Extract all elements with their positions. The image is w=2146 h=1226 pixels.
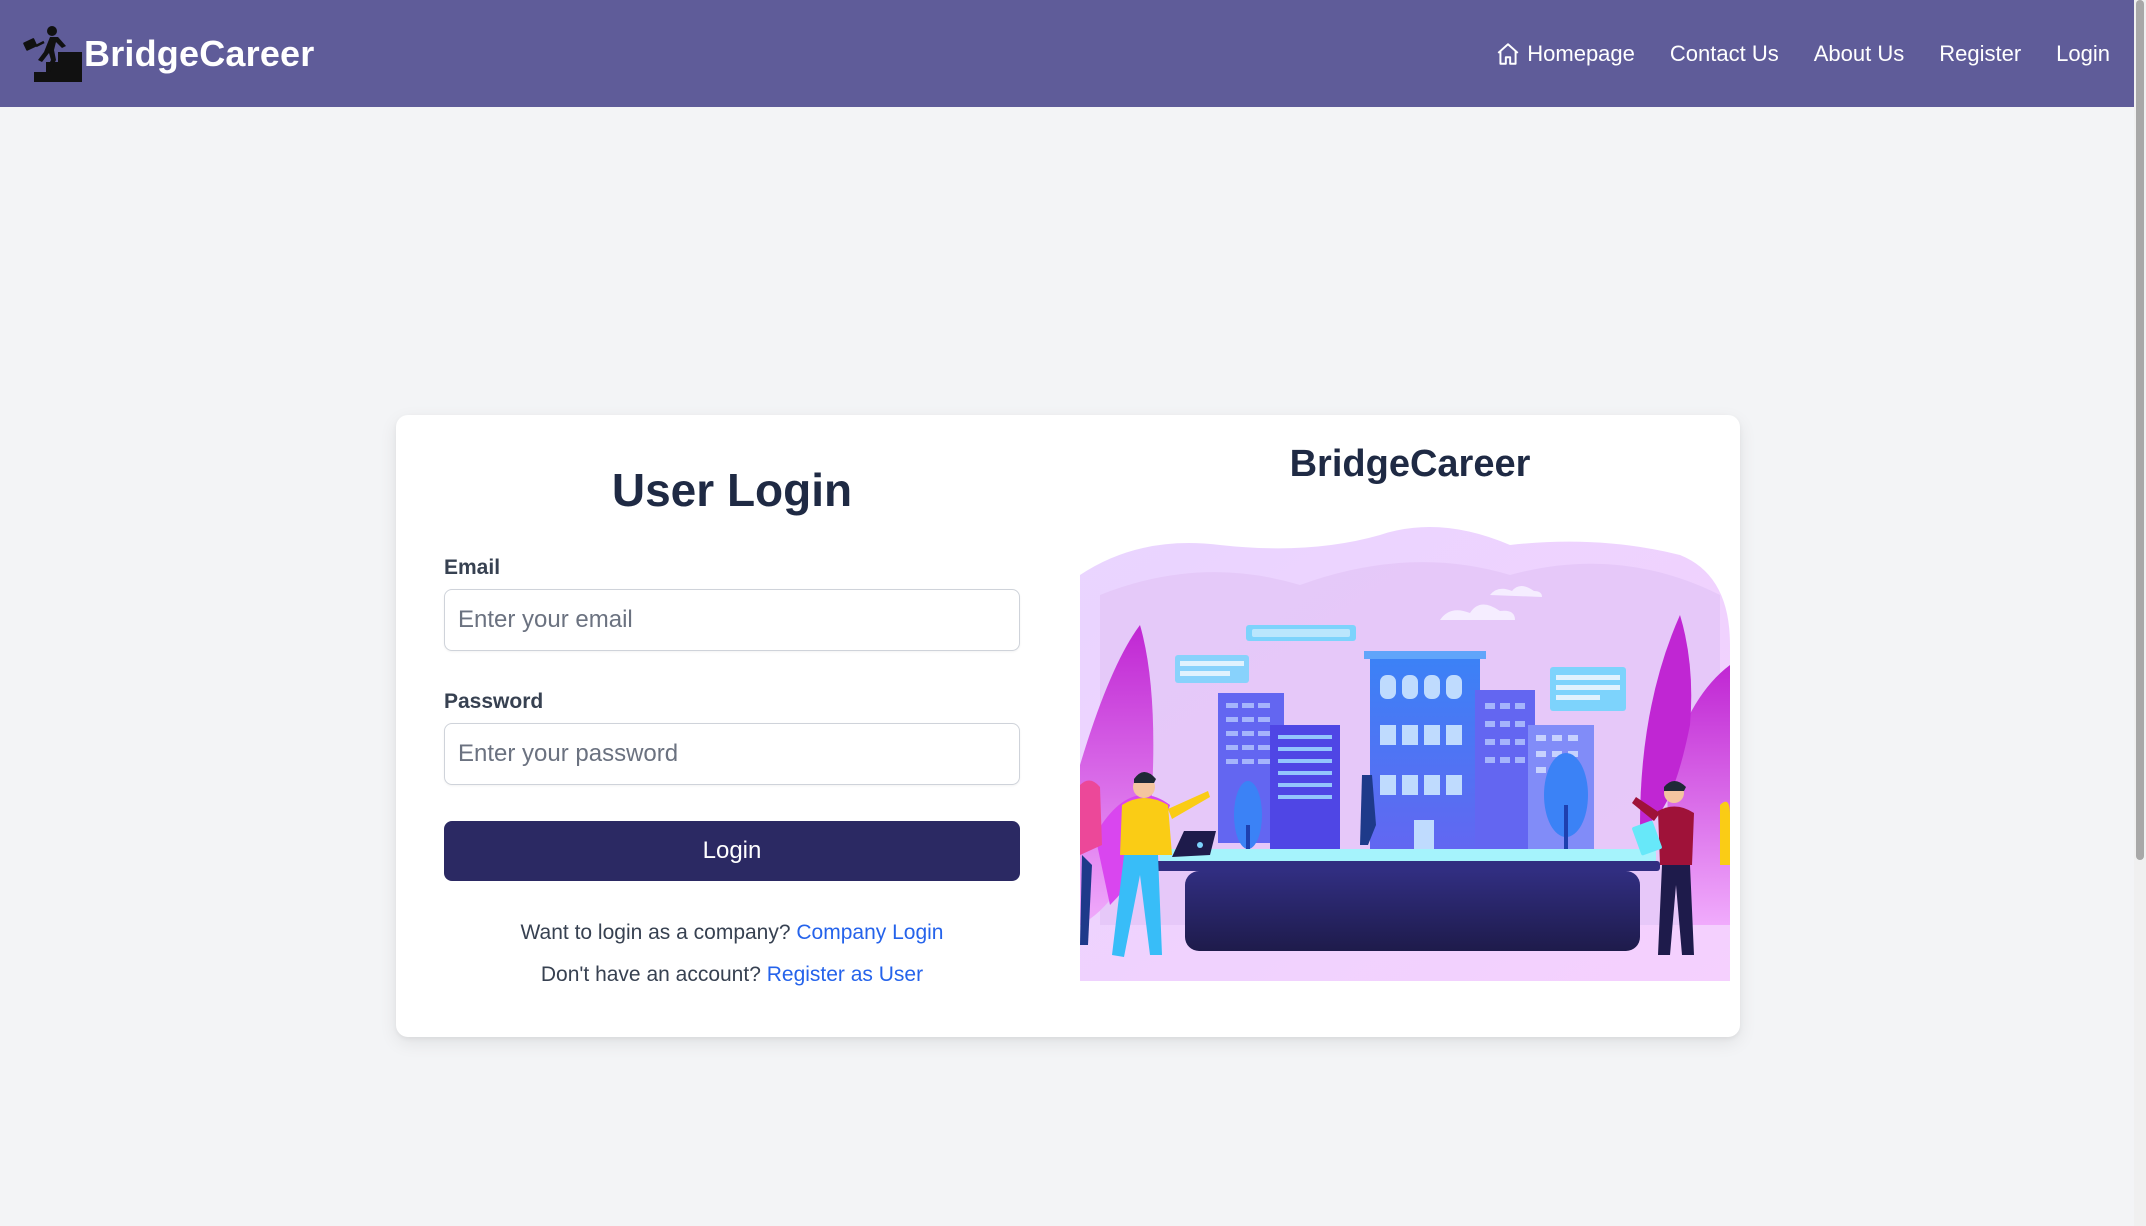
city-illustration xyxy=(1080,527,1730,981)
nav-links: Homepage Contact Us About Us Register Lo… xyxy=(1495,41,2110,67)
register-prompt: Don't have an account? Register as User xyxy=(444,963,1020,987)
login-title: User Login xyxy=(611,464,853,516)
climbing-stairs-logo-icon xyxy=(23,25,82,82)
top-navbar: BridgeCareer Homepage Contact Us About U… xyxy=(0,0,2134,107)
nav-link-login[interactable]: Login xyxy=(2056,41,2110,67)
showcase-panel: BridgeCareer xyxy=(1080,415,1740,1037)
company-login-prompt: Want to login as a company? Company Logi… xyxy=(444,921,1020,945)
brand-logo-link[interactable]: BridgeCareer xyxy=(22,24,315,84)
home-icon xyxy=(1497,42,1519,65)
nav-link-homepage[interactable]: Homepage xyxy=(1495,41,1635,67)
company-prompt-text: Want to login as a company? xyxy=(520,921,791,944)
company-login-link[interactable]: Company Login xyxy=(796,921,943,944)
nav-link-contact-us[interactable]: Contact Us xyxy=(1670,41,1779,67)
brand-name: BridgeCareer xyxy=(84,32,315,74)
nav-link-label: Homepage xyxy=(1527,40,1635,66)
nav-link-register[interactable]: Register xyxy=(1939,41,2021,67)
email-label: Email xyxy=(444,556,501,579)
showcase-title: BridgeCareer xyxy=(1289,443,1531,485)
password-label: Password xyxy=(444,690,544,713)
login-button[interactable]: Login xyxy=(444,821,1020,881)
register-prompt-text: Don't have an account? xyxy=(540,963,761,986)
register-as-user-link[interactable]: Register as User xyxy=(767,963,923,986)
scrollbar-thumb[interactable] xyxy=(2136,0,2144,860)
login-form: User Login Email Password Login Want to … xyxy=(444,415,1020,1037)
password-input[interactable] xyxy=(444,723,1020,785)
nav-link-about-us[interactable]: About Us xyxy=(1814,41,1905,67)
email-input[interactable] xyxy=(444,589,1020,651)
page-scrollbar[interactable] xyxy=(2134,0,2146,1226)
login-card: User Login Email Password Login Want to … xyxy=(396,415,1740,1037)
